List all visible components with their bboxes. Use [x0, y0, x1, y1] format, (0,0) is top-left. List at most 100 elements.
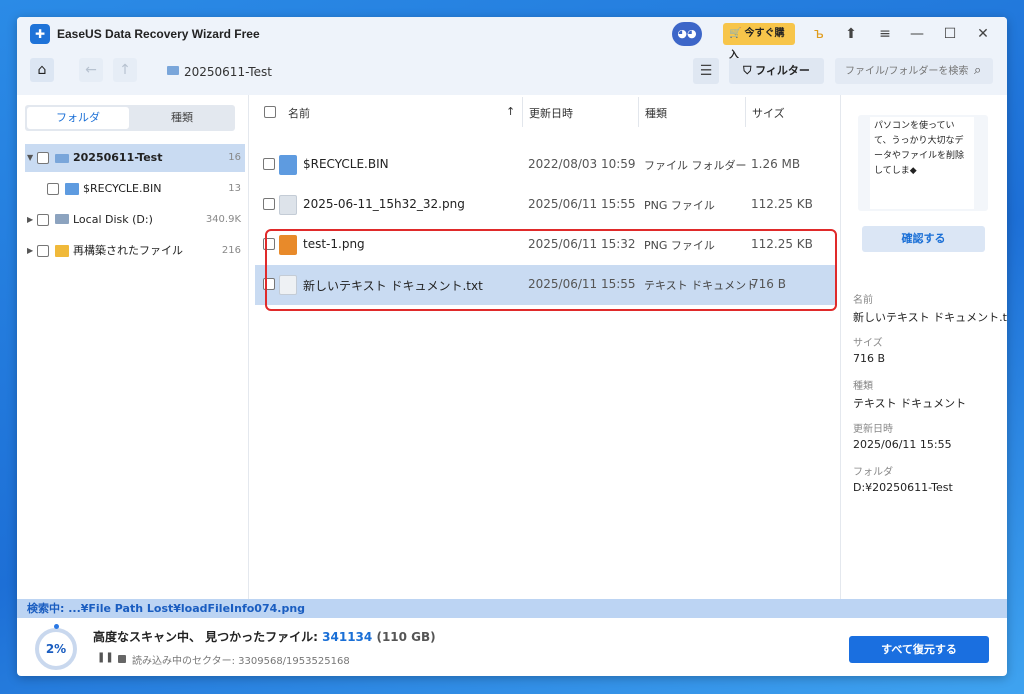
found-size: (110 GB): [376, 630, 436, 644]
row-checkbox[interactable]: [263, 198, 275, 210]
checkbox[interactable]: [37, 245, 49, 257]
tree-item-local-disk[interactable]: ▶ Local Disk (D:) 340.9K: [25, 206, 245, 234]
tree-item-label: Local Disk (D:): [73, 213, 153, 226]
tree-item-recycle[interactable]: $RECYCLE.BIN 13: [25, 175, 245, 203]
detail-type-value: テキスト ドキュメント: [853, 397, 967, 410]
tree-item-label: 20250611-Test: [73, 151, 163, 164]
tab-type[interactable]: 種類: [131, 107, 233, 129]
disk-icon: [55, 214, 69, 224]
back-arrow-icon[interactable]: ←: [79, 58, 103, 82]
highlight-box: [265, 229, 837, 311]
scan-label: 高度なスキャン中、 見つかったファイル:: [93, 630, 323, 644]
select-all-checkbox[interactable]: [264, 106, 276, 118]
file-name: 2025-06-11_15h32_32.png: [303, 197, 465, 211]
file-list: 名前 ↑ 更新日時 種類 サイズ $RECYCLE.BIN 2022/08/03…: [250, 95, 840, 599]
home-icon[interactable]: ⌂: [30, 58, 54, 82]
filter-button[interactable]: ⛉ フィルター: [729, 58, 824, 84]
detail-name-label: 名前: [853, 295, 873, 306]
recycle-bin-icon: [279, 155, 297, 175]
row-checkbox[interactable]: [263, 158, 275, 170]
detail-type-label: 種類: [853, 381, 873, 392]
progress-circle: 2%: [35, 628, 77, 670]
scan-status: 高度なスキャン中、 見つかったファイル: 341134 (110 GB): [93, 628, 436, 645]
gift-icon[interactable]: ъ: [810, 25, 828, 43]
column-size[interactable]: サイズ: [752, 105, 785, 121]
app-logo-icon: ✚: [30, 24, 50, 44]
status-bar: 2% 高度なスキャン中、 見つかったファイル: 341134 (110 GB) …: [17, 618, 1007, 676]
list-view-icon[interactable]: ☰: [693, 58, 719, 84]
progress-dot: [54, 624, 59, 629]
detail-name-value: 新しいテキスト ドキュメント.txt: [853, 311, 1007, 324]
file-name: $RECYCLE.BIN: [303, 157, 389, 171]
sort-arrow-icon[interactable]: ↑: [506, 105, 515, 118]
tab-folder[interactable]: フォルダ: [27, 107, 129, 129]
nav-bar: ⌂ ← ↑ 20250611-Test ☰ ⛉ フィルター ⌕: [17, 55, 1007, 87]
scan-path-bar: 検索中: ...¥File Path Lost¥loadFileInfo074.…: [17, 599, 1007, 618]
tree-item-count: 13: [228, 183, 241, 194]
folder-icon: [55, 154, 69, 163]
sector-text: 読み込み中のセクター: 3309568/1953525168: [132, 656, 350, 667]
chevron-down-icon[interactable]: ▼: [27, 144, 33, 172]
account-avatar-icon[interactable]: ◕◕: [672, 22, 702, 46]
table-row[interactable]: $RECYCLE.BIN 2022/08/03 10:59 ファイル フォルダー…: [255, 145, 837, 185]
tree-item-label: 再構築されたファイル: [73, 244, 183, 257]
checkbox[interactable]: [37, 214, 49, 226]
sidebar-tabs: フォルダ 種類: [25, 105, 235, 131]
detail-size-label: サイズ: [853, 338, 883, 349]
preview-text: パソコンを使っていて、うっかり大切なデータやファイルを削除してしま◆: [870, 117, 974, 209]
column-date[interactable]: 更新日時: [529, 105, 573, 121]
detail-folder-value: D:¥20250611-Test: [853, 481, 953, 494]
app-window: ✚ EaseUS Data Recovery Wizard Free ◕◕ 🛒 今…: [17, 17, 1007, 676]
found-count: 341134: [322, 630, 373, 644]
buy-now-button[interactable]: 🛒 今すぐ購入: [723, 23, 795, 61]
folder-icon: [167, 66, 179, 75]
close-icon[interactable]: ✕: [974, 25, 992, 43]
chevron-right-icon[interactable]: ▶: [27, 206, 33, 234]
up-arrow-icon[interactable]: ↑: [113, 58, 137, 82]
details-panel: パソコンを使っていて、うっかり大切なデータやファイルを削除してしま◆ 確認する …: [840, 95, 1007, 599]
detail-date-value: 2025/06/11 15:55: [853, 438, 952, 451]
stop-icon[interactable]: [118, 655, 126, 663]
restore-all-button[interactable]: すべて復元する: [849, 636, 989, 663]
file-date: 2022/08/03 10:59: [528, 157, 636, 171]
search-input[interactable]: [835, 58, 993, 84]
checkbox[interactable]: [47, 183, 59, 195]
column-type[interactable]: 種類: [645, 105, 667, 121]
chevron-right-icon[interactable]: ▶: [27, 237, 33, 265]
file-size: 112.25 KB: [751, 197, 813, 211]
detail-size-value: 716 B: [853, 352, 886, 365]
file-preview: パソコンを使っていて、うっかり大切なデータやファイルを削除してしま◆: [858, 115, 988, 211]
menu-icon[interactable]: ≡: [876, 25, 894, 43]
list-header: 名前 ↑ 更新日時 種類 サイズ: [250, 95, 840, 129]
minimize-icon[interactable]: —: [908, 25, 926, 43]
file-type: ファイル フォルダー: [644, 159, 747, 172]
recycle-bin-icon: [65, 183, 79, 195]
file-type: PNG ファイル: [644, 199, 715, 212]
tree-item-reconstructed[interactable]: ▶ 再構築されたファイル 216: [25, 237, 245, 265]
app-title: EaseUS Data Recovery Wizard Free: [57, 27, 260, 41]
tree-item-count: 16: [228, 152, 241, 163]
maximize-icon[interactable]: ☐: [941, 25, 959, 43]
file-size: 1.26 MB: [751, 157, 801, 171]
breadcrumb: 20250611-Test: [184, 65, 272, 79]
filter-label: フィルター: [755, 64, 810, 77]
tree-item-count: 340.9K: [205, 214, 241, 225]
file-date: 2025/06/11 15:55: [528, 197, 636, 211]
tree-item-count: 216: [221, 245, 241, 256]
checkbox[interactable]: [37, 152, 49, 164]
cart-icon: 🛒: [729, 28, 742, 39]
confirm-button[interactable]: 確認する: [862, 226, 985, 252]
table-row[interactable]: 2025-06-11_15h32_32.png 2025/06/11 15:55…: [255, 185, 837, 225]
tree-item-label: $RECYCLE.BIN: [83, 182, 162, 195]
tree-item-root[interactable]: ▼ 20250611-Test 16: [25, 144, 245, 172]
reconstructed-folder-icon: [55, 245, 69, 257]
column-name[interactable]: 名前: [288, 105, 310, 121]
title-bar: ✚ EaseUS Data Recovery Wizard Free ◕◕ 🛒 今…: [17, 17, 1007, 61]
detail-date-label: 更新日時: [853, 424, 893, 435]
filter-icon: ⛉: [743, 64, 756, 77]
image-file-icon: [279, 195, 297, 215]
feedback-icon[interactable]: ⬆: [842, 25, 860, 43]
search-icon[interactable]: ⌕: [974, 63, 981, 78]
detail-folder-label: フォルダ: [853, 467, 893, 478]
pause-icon[interactable]: ❚❚: [97, 652, 114, 663]
